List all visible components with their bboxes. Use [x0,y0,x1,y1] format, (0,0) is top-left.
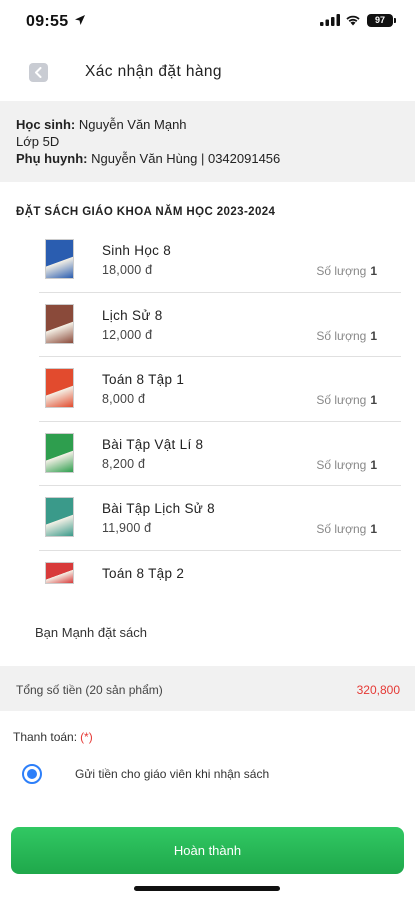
cellular-signal-icon [320,14,340,26]
status-time: 09:55 [26,13,69,30]
book-item: Toán 8 Tập 1 8,000 đ Số lượng 1 [0,357,415,422]
payment-option-label[interactable]: Gửi tiền cho giáo viên khi nhận sách [75,767,269,781]
quantity-label: Số lượng [316,393,367,407]
student-info: Học sinh: Nguyễn Văn Mạnh Lớp 5D Phụ huy… [0,101,415,182]
parent-label: Phụ huynh: [16,151,88,166]
parent-info: Nguyễn Văn Hùng | 0342091456 [91,151,281,166]
student-name: Nguyễn Văn Mạnh [78,117,187,132]
book-name: Bài Tập Vật Lí 8 [102,436,204,452]
book-name: Bài Tập Lịch Sử 8 [102,501,215,516]
quantity-value: 1 [370,328,377,343]
book-quantity: Số lượng 1 [316,329,377,343]
total-bar: Tổng số tiền (20 sản phẩm) 320,800 [0,666,415,711]
book-cover [45,561,74,584]
payment-label: Thanh toán: (*) [13,730,93,744]
book-name: Lịch Sử 8 [102,307,163,323]
book-quantity: Số lượng 1 [316,393,377,407]
book-name: Toán 8 Tập 2 [102,565,185,581]
book-name: Sinh Học 8 [102,243,172,258]
payment-label-text: Thanh toán: [13,730,78,744]
quantity-value: 1 [370,522,377,536]
book-name: Toán 8 Tập 1 [102,372,185,387]
book-item: Toán 8 Tập 2 [0,551,415,591]
page-title: Xác nhận đặt hàng [85,63,222,80]
quantity-value: 1 [370,264,377,278]
wifi-icon [346,15,360,26]
book-cover [45,497,74,537]
book-item: Sinh Học 8 18,000 đ Số lượng 1 [0,228,415,293]
location-arrow-icon [75,15,85,25]
book-price: 12,000 đ [102,327,153,342]
quantity-label: Số lượng [316,264,367,278]
chevron-left-icon [35,67,42,78]
book-list: Sinh Học 8 18,000 đ Số lượng 1 Lịch Sử 8 … [0,228,415,591]
student-line: Học sinh: Nguyễn Văn Mạnh [16,116,415,133]
complete-button[interactable]: Hoàn thành [11,827,404,874]
book-price: 11,900 đ [102,521,152,535]
book-item: Bài Tập Vật Lí 8 8,200 đ Số lượng 1 [0,422,415,486]
book-cover [45,303,74,344]
required-mark: (*) [80,730,93,744]
book-quantity: Số lượng 1 [316,522,377,536]
class-line: Lớp 5D [16,134,60,149]
quantity-label: Số lượng [316,522,367,536]
student-label: Học sinh: [16,117,76,132]
total-value: 320,800 [356,683,400,697]
quantity-label: Số lượng [316,457,367,472]
home-indicator [134,886,280,891]
payment-option-radio[interactable] [22,764,42,784]
book-cover [45,368,74,408]
total-label: Tổng số tiền (20 sản phẩm) [16,683,163,697]
book-cover [45,239,74,279]
book-price: 18,000 đ [102,263,153,277]
section-title: ĐẶT SÁCH GIÁO KHOA NĂM HỌC 2023-2024 [16,206,276,218]
book-quantity: Số lượng 1 [316,264,377,278]
book-price: 8,000 đ [102,392,146,406]
quantity-value: 1 [370,457,377,472]
orderer-note: Bạn Mạnh đặt sách [35,625,148,640]
nav-bar: Xác nhận đặt hàng [0,52,415,92]
book-price: 8,200 đ [102,456,146,471]
book-quantity: Số lượng 1 [316,458,377,472]
quantity-label: Số lượng [316,328,367,343]
battery-icon: 97 [367,14,396,27]
parent-line: Phụ huynh: Nguyễn Văn Hùng | 0342091456 [16,150,415,167]
status-bar: 09:55 97 [0,0,415,44]
back-button[interactable] [29,63,48,82]
quantity-value: 1 [370,393,377,407]
book-item: Bài Tập Lịch Sử 8 11,900 đ Số lượng 1 [0,486,415,551]
book-cover [45,432,74,473]
book-item: Lịch Sử 8 12,000 đ Số lượng 1 [0,293,415,357]
